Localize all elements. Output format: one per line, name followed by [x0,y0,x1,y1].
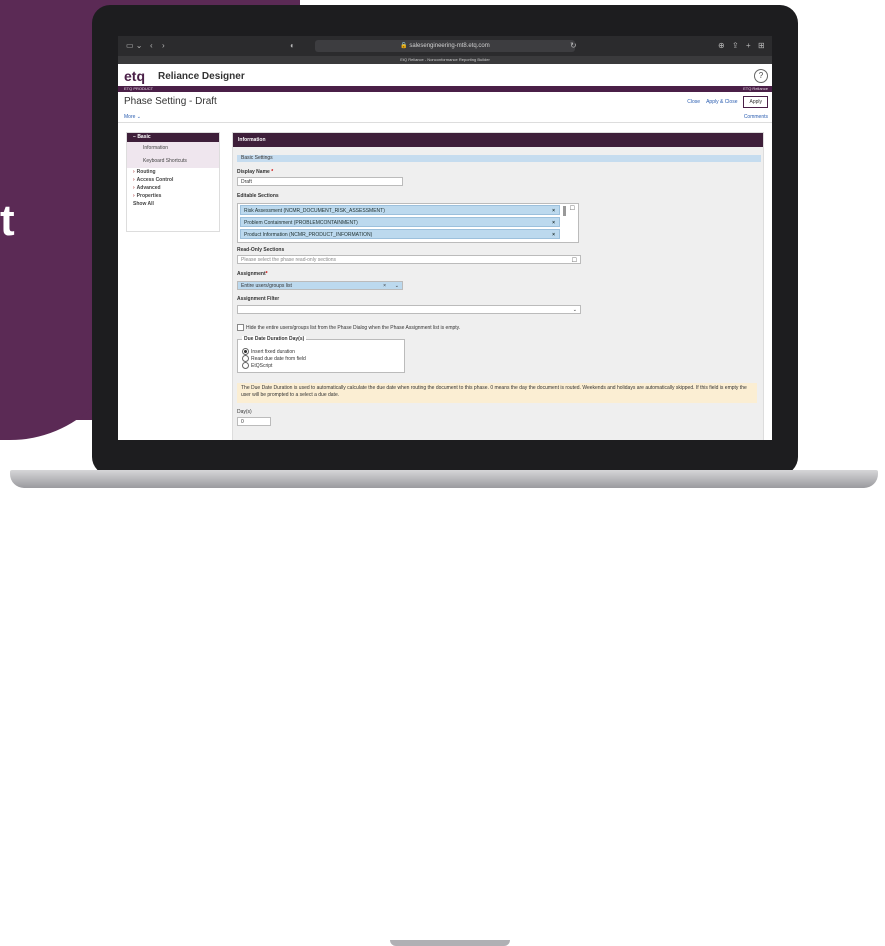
due-option-fixed[interactable]: Insert fixed duration [242,348,295,355]
back-icon[interactable]: ‹ [150,40,153,52]
app-header: etq Reliance Designer ? [118,64,772,86]
select-icon[interactable]: ☐ [572,257,577,266]
tab-title: EtQ Reliance - Nonconformance Reporting … [400,57,490,62]
radio-icon [242,348,249,355]
chevron-right-icon: › [133,169,135,175]
forward-icon[interactable]: › [162,40,165,52]
sidebar-item-keyboard-shortcuts[interactable]: Keyboard Shortcuts [127,155,219,168]
assignment-label: Assignment* [237,271,268,277]
readonly-sections-input[interactable]: Please select the phase read-only sectio… [237,255,581,264]
privacy-icon: ◐ [290,41,295,50]
new-tab-icon[interactable]: + [746,40,751,52]
share-icon[interactable]: ⇪ [732,40,739,52]
laptop-notch [390,940,510,946]
days-label: Day(s) [237,409,252,415]
close-link[interactable]: Close [687,99,700,105]
editable-sections-label: Editable Sections [237,193,279,199]
sidebar-item-routing[interactable]: › Routing [127,168,219,176]
more-menu[interactable]: More ⌄ [124,114,141,120]
comments-link[interactable]: Comments [744,114,768,120]
sidebar-item-basic[interactable]: − Basic [127,133,219,142]
hide-users-option[interactable]: Hide the entire users/groups list from t… [237,324,460,331]
assignment-select[interactable]: Entire users/groups list × ⌄ [237,281,403,290]
sidebar-item-access-control[interactable]: › Access Control [127,176,219,184]
url-text: salesengineering-mt8.etq.com [409,43,490,49]
radio-icon [242,362,249,369]
chevron-right-icon: › [133,185,135,191]
chevron-down-icon[interactable]: ⌄ [573,306,577,315]
top-actions: Close Apply & Close Apply [687,96,768,108]
select-icon[interactable]: ☐ [570,205,575,212]
app-title: Reliance Designer [158,71,245,82]
remove-icon: × [552,208,555,214]
screen: ▭ ⌄ ‹ › ◐ 🔒 salesengineering-mt8.etq.com… [118,36,772,440]
url-bar[interactable]: 🔒 salesengineering-mt8.etq.com [315,40,575,52]
product-bar: ETQ PRODUCT ETQ Reliance [118,86,772,92]
readonly-sections-label: Read-Only Sections [237,247,285,253]
sidebar-item-show-all[interactable]: Show All [127,200,219,208]
due-option-field[interactable]: Read due date from field [242,355,306,362]
assignment-filter-label: Assignment Filter [237,296,280,302]
sidebar-item-advanced[interactable]: › Advanced [127,184,219,192]
due-option-script[interactable]: EtQScript [242,362,272,369]
sidebar-item-information[interactable]: Information [127,142,219,155]
browser-toolbar: ▭ ⌄ ‹ › ◐ 🔒 salesengineering-mt8.etq.com… [118,36,772,56]
settings-sidebar: − Basic Information Keyboard Shortcuts ›… [126,132,220,232]
reload-icon[interactable]: ↻ [570,40,577,52]
page-title: Phase Setting - Draft [124,96,217,107]
product-right: ETQ Reliance [743,86,768,91]
chevron-down-icon[interactable]: ⌄ [395,282,399,291]
editable-section-chip[interactable]: Risk Assessment (NCMR_DOCUMENT_RISK_ASSE… [240,205,560,215]
editable-section-chip[interactable]: Problem Containment (PROBLEMCONTAINMENT)… [240,217,560,227]
remove-icon[interactable]: × [383,282,386,291]
editable-section-chip[interactable]: Product Information (NCMR_PRODUCT_INFORM… [240,229,560,239]
display-name-input[interactable]: Draft [237,177,403,186]
sidebar-toggle-icon[interactable]: ▭ ⌄ [126,40,142,52]
sidebar-item-properties[interactable]: › Properties [127,192,219,200]
tabs-overview-icon[interactable]: ⊞ [758,40,765,52]
assignment-filter-select[interactable]: ⌄ [237,305,581,314]
help-icon[interactable]: ? [754,69,768,83]
due-date-legend: Due Date Duration Day(s) [242,336,307,342]
remove-icon: × [552,232,555,238]
radio-icon [242,355,249,362]
etq-logo: etq [124,68,145,84]
remove-icon: × [552,220,555,226]
apply-button[interactable]: Apply [743,96,768,108]
due-date-fieldset: Due Date Duration Day(s) Insert fixed du… [237,336,405,373]
chevron-right-icon: › [133,193,135,199]
background-text: t [0,196,15,245]
days-input[interactable]: 0 [237,417,271,426]
display-name-label: Display Name * [237,169,274,175]
scrollbar[interactable] [563,206,566,216]
product-left: ETQ PRODUCT [124,86,154,91]
divider [118,122,772,123]
panel-header: Information [233,133,763,147]
laptop-base [10,470,878,946]
apply-close-link[interactable]: Apply & Close [706,99,737,105]
section-basic-settings: Basic Settings [237,155,761,162]
due-date-note: The Due Date Duration is used to automat… [237,383,757,403]
information-panel: Information Basic Settings Display Name … [232,132,764,440]
hide-users-checkbox[interactable] [237,324,244,331]
chevron-right-icon: › [133,177,135,183]
browser-tab[interactable]: EtQ Reliance - Nonconformance Reporting … [118,56,772,64]
editable-sections-list[interactable]: Risk Assessment (NCMR_DOCUMENT_RISK_ASSE… [237,203,579,243]
download-icon[interactable]: ⊕ [718,40,725,52]
